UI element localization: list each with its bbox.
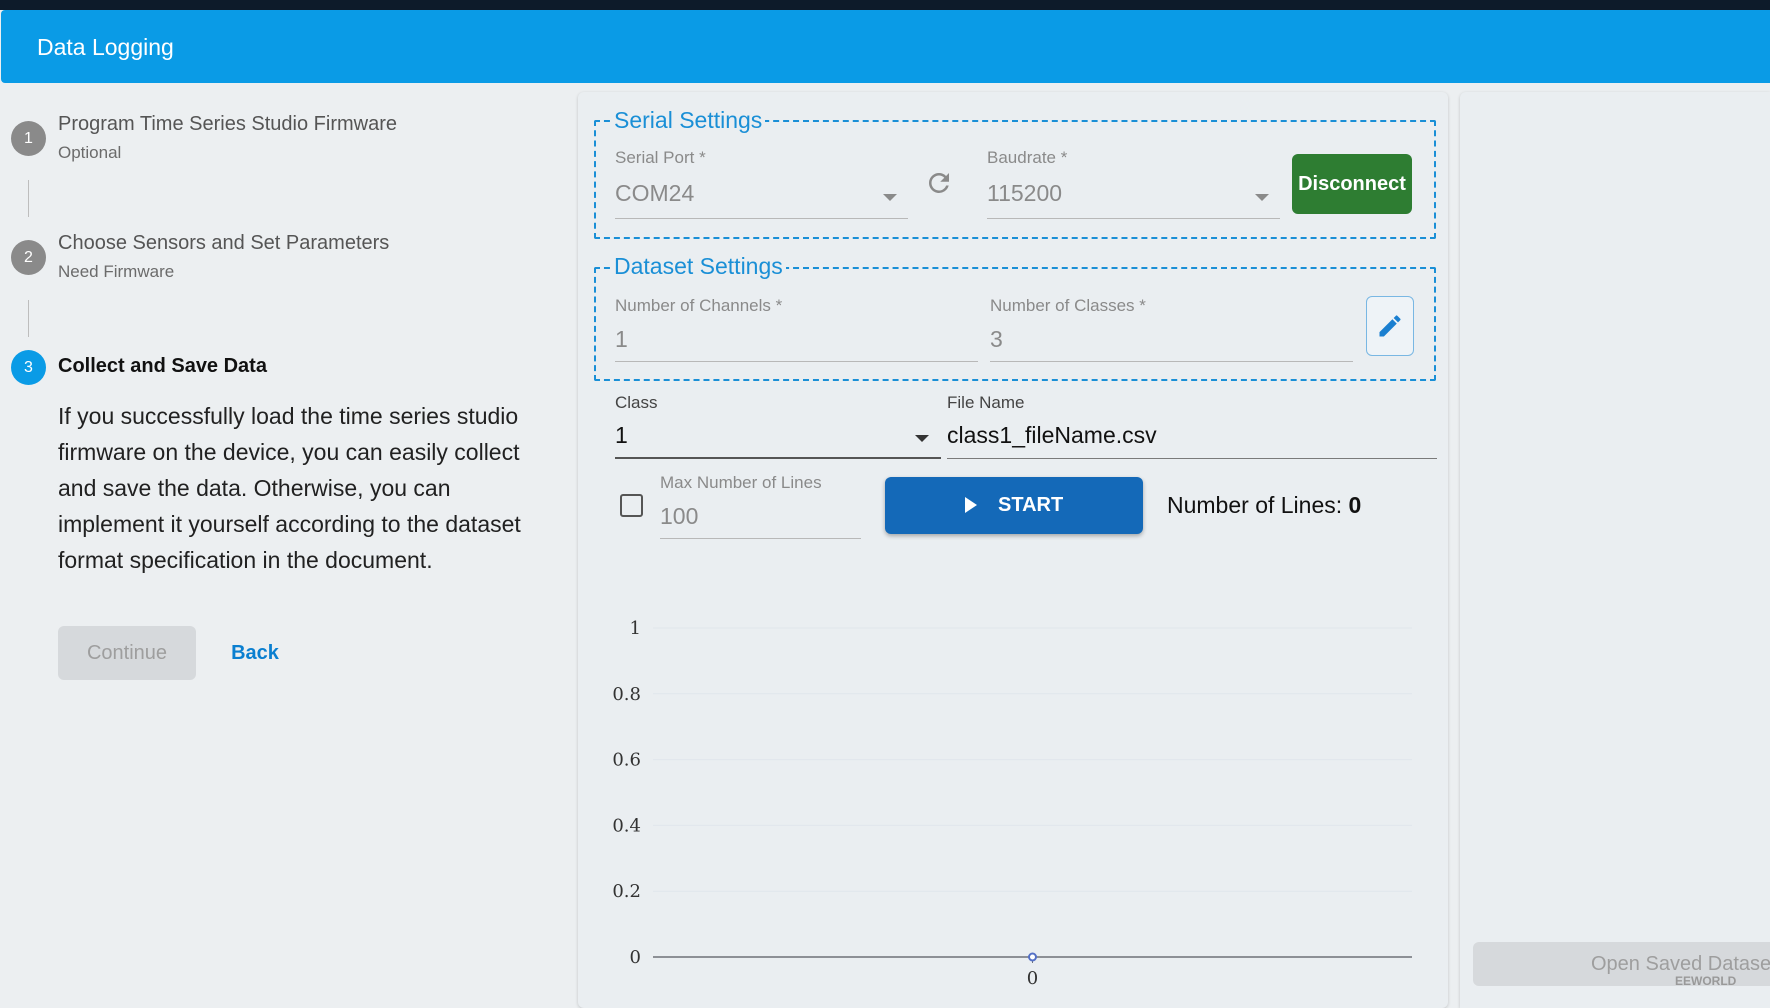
- window-top-border: [0, 0, 1770, 10]
- step-1-subtitle: Optional: [58, 143, 122, 162]
- max-lines-input[interactable]: 100: [660, 503, 698, 530]
- step-3-number: 3: [11, 350, 46, 385]
- class-label: Class: [615, 393, 658, 412]
- lines-count-value: 0: [1348, 492, 1362, 518]
- y-tick-label: 1: [630, 618, 641, 639]
- y-tick-label: 0.4: [612, 815, 641, 836]
- watermark: EEWORLD: [1675, 974, 1737, 988]
- channels-underline: [615, 361, 978, 362]
- app-title: Data Logging: [37, 34, 174, 60]
- edit-button[interactable]: [1366, 296, 1414, 356]
- class-underline: [615, 457, 941, 459]
- data-point: [1028, 952, 1037, 962]
- step-2-title[interactable]: Choose Sensors and Set Parameters: [58, 232, 389, 255]
- pencil-icon: [1379, 315, 1401, 337]
- lines-count-label: Number of Lines:: [1167, 492, 1349, 518]
- classes-underline: [990, 361, 1353, 362]
- serial-port-select[interactable]: COM24: [615, 180, 694, 207]
- y-tick-label: 0.2: [612, 881, 641, 902]
- max-lines-underline: [660, 538, 861, 539]
- chevron-down-icon[interactable]: [915, 435, 929, 442]
- max-lines-label: Max Number of Lines: [660, 473, 822, 492]
- serial-port-label: Serial Port *: [615, 148, 706, 167]
- continue-button[interactable]: Continue: [58, 626, 196, 680]
- classes-input[interactable]: 3: [990, 326, 1003, 353]
- step-2-number: 2: [11, 240, 46, 275]
- classes-label: Number of Classes *: [990, 296, 1146, 315]
- filename-label: File Name: [947, 393, 1025, 412]
- step-3-title: Collect and Save Data: [58, 355, 267, 377]
- x-tick-label: 0: [1027, 968, 1038, 989]
- filename-underline: [947, 458, 1437, 459]
- dataset-settings-legend: Dataset Settings: [611, 253, 786, 280]
- channels-label: Number of Channels *: [615, 296, 783, 315]
- step-connector: [28, 180, 29, 217]
- step-1-title[interactable]: Program Time Series Studio Firmware: [58, 113, 397, 136]
- class-select[interactable]: 1: [615, 422, 628, 449]
- channels-input[interactable]: 1: [615, 326, 628, 353]
- chevron-down-icon[interactable]: [1255, 194, 1269, 201]
- open-saved-dataset-label: Open Saved Datase: [1591, 953, 1770, 975]
- baudrate-underline: [987, 218, 1280, 219]
- max-lines-checkbox[interactable]: [620, 494, 643, 517]
- step-connector: [28, 300, 29, 337]
- baudrate-select[interactable]: 115200: [987, 180, 1062, 207]
- baudrate-label: Baudrate *: [987, 148, 1068, 167]
- serial-port-underline: [615, 218, 908, 219]
- disconnect-button[interactable]: Disconnect: [1292, 154, 1412, 214]
- back-button[interactable]: Back: [212, 626, 298, 680]
- step-1-number: 1: [11, 121, 46, 156]
- saved-datasets-panel: [1460, 92, 1770, 1008]
- start-button-label: START: [998, 494, 1064, 516]
- lines-count-display: Number of Lines: 0: [1167, 492, 1361, 519]
- step-3-description: If you successfully load the time series…: [58, 403, 521, 573]
- y-tick-label: 0.6: [612, 750, 641, 771]
- dataset-settings-group: [594, 267, 1436, 381]
- data-chart: 0 0.2 0.4 0.6 0.8 1 0: [612, 618, 1412, 989]
- y-tick-label: 0: [630, 947, 641, 968]
- play-icon: [965, 497, 977, 513]
- start-button[interactable]: START: [885, 477, 1143, 534]
- chevron-down-icon[interactable]: [883, 194, 897, 201]
- filename-input[interactable]: class1_fileName.csv: [947, 422, 1157, 449]
- app-bar: Data Logging: [1, 10, 1770, 83]
- y-tick-label: 0.8: [612, 684, 641, 705]
- step-2-subtitle: Need Firmware: [58, 262, 175, 281]
- refresh-icon[interactable]: [924, 168, 954, 198]
- serial-settings-legend: Serial Settings: [611, 107, 766, 134]
